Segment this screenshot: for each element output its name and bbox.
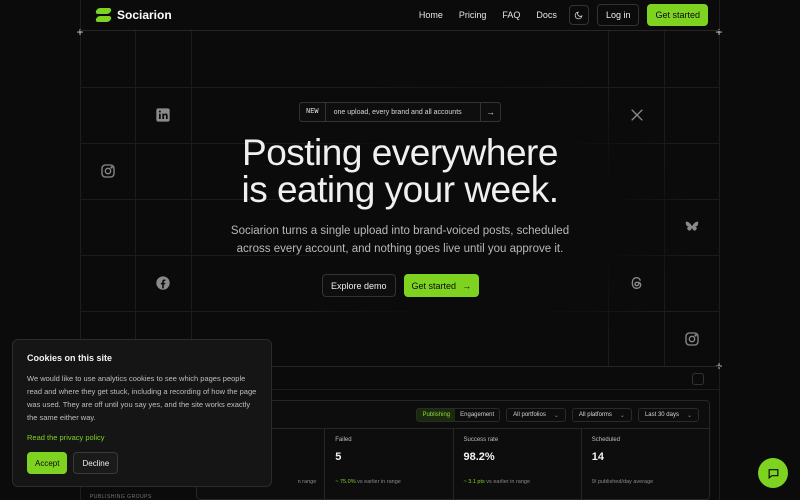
stat-foot-text: n range bbox=[297, 479, 317, 485]
decline-cookies-button[interactable]: Decline bbox=[73, 452, 119, 474]
date-range-select[interactable]: Last 30 days ⌄ bbox=[637, 408, 699, 422]
view-tabs: Publishing Engagement bbox=[416, 408, 501, 422]
nav-home-link[interactable]: Home bbox=[419, 10, 443, 20]
stat-delta: ~ 3.1 pts bbox=[463, 479, 485, 485]
arrow-right-icon: → bbox=[480, 103, 500, 121]
stat-foot: 9/ published/day average bbox=[592, 479, 653, 485]
threads-icon bbox=[631, 276, 642, 290]
hero-cta-row: Explore demo Get started → bbox=[322, 274, 480, 297]
bluesky-icon bbox=[685, 221, 699, 231]
arrow-right-icon: → bbox=[462, 280, 472, 291]
dashboard-filters: Publishing Engagement All portfolios ⌄ A… bbox=[416, 408, 699, 422]
x-icon bbox=[631, 109, 643, 121]
explore-demo-button[interactable]: Explore demo bbox=[322, 274, 396, 297]
stat-value: 98.2% bbox=[463, 451, 495, 463]
instagram-icon bbox=[101, 164, 115, 178]
hero-headline: Posting everywhere is eating your week. bbox=[190, 134, 610, 208]
facebook-icon bbox=[156, 276, 170, 290]
stat-foot-text: vs earlier in range bbox=[486, 479, 531, 485]
logo[interactable]: Sociarion bbox=[94, 8, 172, 22]
chevron-down-icon: ⌄ bbox=[553, 412, 559, 419]
announcement-badge[interactable]: NEW one upload, every brand and all acco… bbox=[299, 102, 501, 122]
accept-cookies-button[interactable]: Accept bbox=[27, 452, 68, 474]
badge-new-tag: NEW bbox=[300, 103, 326, 121]
publishing-groups-label: PUBLISHING GROUPS bbox=[90, 494, 152, 500]
chat-bubble-icon bbox=[768, 468, 778, 479]
copy-icon[interactable] bbox=[692, 373, 704, 385]
tab-engagement[interactable]: Engagement bbox=[455, 409, 499, 421]
logo-mark-icon bbox=[94, 8, 113, 22]
cookie-body: We would like to use analytics cookies t… bbox=[27, 374, 257, 422]
stat-card-failed: Failed 5 ~ 75.0% vs earlier in range bbox=[324, 429, 452, 499]
stat-cards: n range Failed 5 ~ 75.0% vs earlier in r… bbox=[197, 428, 709, 499]
nav-docs-link[interactable]: Docs bbox=[536, 10, 557, 20]
hero-get-started-button[interactable]: Get started → bbox=[403, 274, 480, 297]
portfolio-select[interactable]: All portfolios ⌄ bbox=[506, 408, 566, 422]
stat-foot-text: 9/ published/day average bbox=[591, 479, 654, 485]
header-get-started-button[interactable]: Get started bbox=[647, 4, 708, 26]
stat-value: 14 bbox=[591, 451, 604, 463]
portfolio-select-value: All portfolios bbox=[513, 412, 546, 418]
platform-select-value: All platforms bbox=[578, 412, 612, 418]
stat-delta: ~ 75.0% bbox=[335, 479, 356, 485]
main-nav: Home Pricing FAQ Docs Log in Get started bbox=[419, 4, 708, 26]
cookie-actions: Accept Decline bbox=[27, 452, 257, 474]
hero-subline: Sociarion turns a single upload into bra… bbox=[230, 225, 570, 255]
hero-get-started-label: Get started bbox=[411, 280, 457, 291]
headline-line-1: Posting everywhere bbox=[242, 132, 558, 173]
stat-card-success-rate: Success rate 98.2% ~ 3.1 pts vs earlier … bbox=[452, 429, 581, 499]
privacy-policy-link[interactable]: Read the privacy policy bbox=[27, 433, 257, 442]
dashboard-preview: Publishing Engagement All portfolios ⌄ A… bbox=[196, 400, 710, 500]
stat-label: Failed bbox=[335, 437, 352, 443]
site-header: Sociarion Home Pricing FAQ Docs Log in G… bbox=[80, 0, 720, 31]
stat-value: 5 bbox=[335, 451, 342, 463]
tab-publishing[interactable]: Publishing bbox=[417, 409, 456, 421]
theme-toggle-button[interactable] bbox=[568, 5, 589, 25]
badge-text: one upload, every brand and all accounts bbox=[333, 108, 462, 116]
stat-label: Success rate bbox=[463, 437, 499, 443]
cookie-title: Cookies on this site bbox=[27, 353, 113, 363]
chevron-down-icon: ⌄ bbox=[619, 412, 625, 419]
stat-foot: ~ 75.0% vs earlier in range bbox=[335, 479, 401, 485]
stat-card-scheduled: Scheduled 14 9/ published/day average bbox=[580, 429, 709, 499]
cookie-consent-dialog: Cookies on this site We would like to us… bbox=[12, 339, 272, 487]
platform-select[interactable]: All platforms ⌄ bbox=[571, 408, 632, 422]
login-button[interactable]: Log in bbox=[596, 4, 640, 26]
chevron-down-icon: ⌄ bbox=[686, 412, 692, 419]
instagram-icon bbox=[685, 332, 699, 346]
nav-pricing-link[interactable]: Pricing bbox=[459, 10, 487, 20]
linkedin-icon bbox=[156, 108, 170, 122]
stat-foot-text: vs earlier in range bbox=[357, 479, 401, 485]
nav-faq-link[interactable]: FAQ bbox=[502, 10, 520, 20]
headline-line-2: is eating your week. bbox=[241, 169, 559, 210]
stat-label: Scheduled bbox=[591, 437, 621, 443]
chat-button[interactable] bbox=[758, 458, 788, 488]
logo-text: Sociarion bbox=[117, 8, 172, 22]
moon-icon bbox=[575, 11, 583, 19]
date-range-value: Last 30 days bbox=[644, 412, 679, 418]
stat-foot: ~ 3.1 pts vs earlier in range bbox=[464, 479, 531, 485]
stat-foot: n range bbox=[298, 479, 317, 485]
